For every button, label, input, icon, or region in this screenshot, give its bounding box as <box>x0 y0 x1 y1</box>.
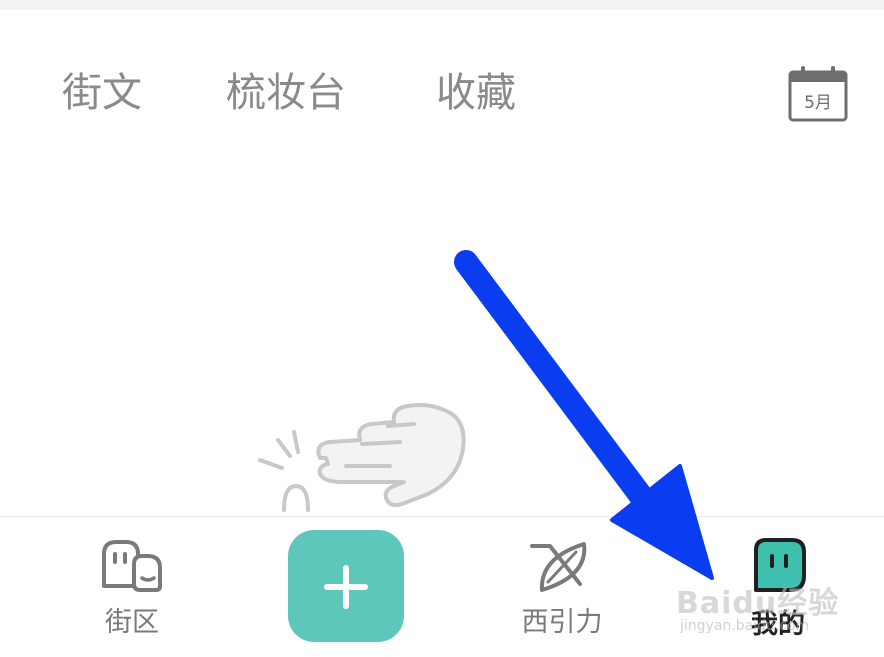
tab-jiewen[interactable]: 街文 <box>62 66 142 120</box>
tab-favorites[interactable]: 收藏 <box>436 66 516 120</box>
plus-icon <box>324 565 368 609</box>
status-strip <box>0 0 884 10</box>
nav-label-mine: 我的 <box>751 609 805 640</box>
add-post-button[interactable] <box>288 530 404 642</box>
nav-label-street: 街区 <box>105 607 159 638</box>
nav-item-street[interactable]: 街区 <box>90 530 174 644</box>
street-district-icon <box>102 540 162 592</box>
nav-item-xiyinli[interactable]: 西引力 <box>514 530 610 644</box>
leaf-icon <box>530 542 587 592</box>
profile-face-icon <box>754 538 806 592</box>
nav-label-xiyinli: 西引力 <box>521 607 603 638</box>
pointing-hand-icon <box>258 403 466 512</box>
calendar-button[interactable]: 5月 <box>786 64 850 124</box>
nav-item-mine[interactable]: 我的 <box>736 530 820 644</box>
calendar-month-label: 5月 <box>804 93 832 113</box>
tab-dressing-table[interactable]: 梳妆台 <box>226 66 346 120</box>
